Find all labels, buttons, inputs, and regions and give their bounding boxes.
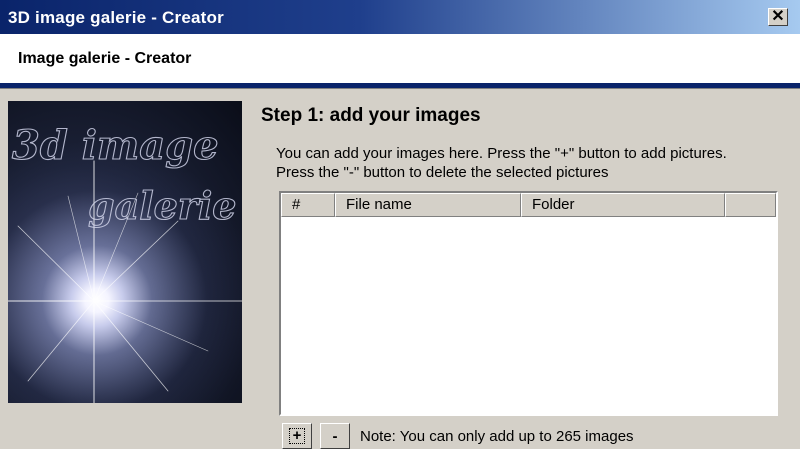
close-icon: ✕ <box>771 8 785 25</box>
column-header-filler <box>725 193 776 217</box>
header-title: Image galerie - Creator <box>18 50 192 67</box>
header-divider-shadow <box>0 88 800 89</box>
image-list[interactable]: # File name Folder <box>279 191 778 416</box>
minus-icon: - <box>332 427 338 445</box>
window-title: 3D image galerie - Creator <box>8 8 224 27</box>
wizard-header: Image galerie - Creator <box>0 34 800 83</box>
title-bar: 3D image galerie - Creator ✕ <box>0 0 800 34</box>
step-title: Step 1: add your images <box>261 105 481 126</box>
list-header: # File name Folder <box>281 193 776 217</box>
column-header-file-name[interactable]: File name <box>335 193 521 217</box>
preview-image: 3d image galerie <box>8 101 242 403</box>
remove-image-button[interactable]: - <box>320 423 350 449</box>
preview-text-line2: galerie <box>88 183 236 228</box>
step-description: You can add your images here. Press the … <box>276 145 727 181</box>
limit-note: Note: You can only add up to 265 images <box>360 428 634 445</box>
preview-text-line1: 3d image <box>12 122 219 169</box>
column-header-number[interactable]: # <box>281 193 335 217</box>
preview-graphic: 3d image galerie <box>8 121 242 403</box>
plus-icon: + <box>288 428 306 444</box>
close-button[interactable]: ✕ <box>768 8 788 26</box>
column-header-folder[interactable]: Folder <box>521 193 725 217</box>
add-image-button[interactable]: + <box>282 423 312 449</box>
